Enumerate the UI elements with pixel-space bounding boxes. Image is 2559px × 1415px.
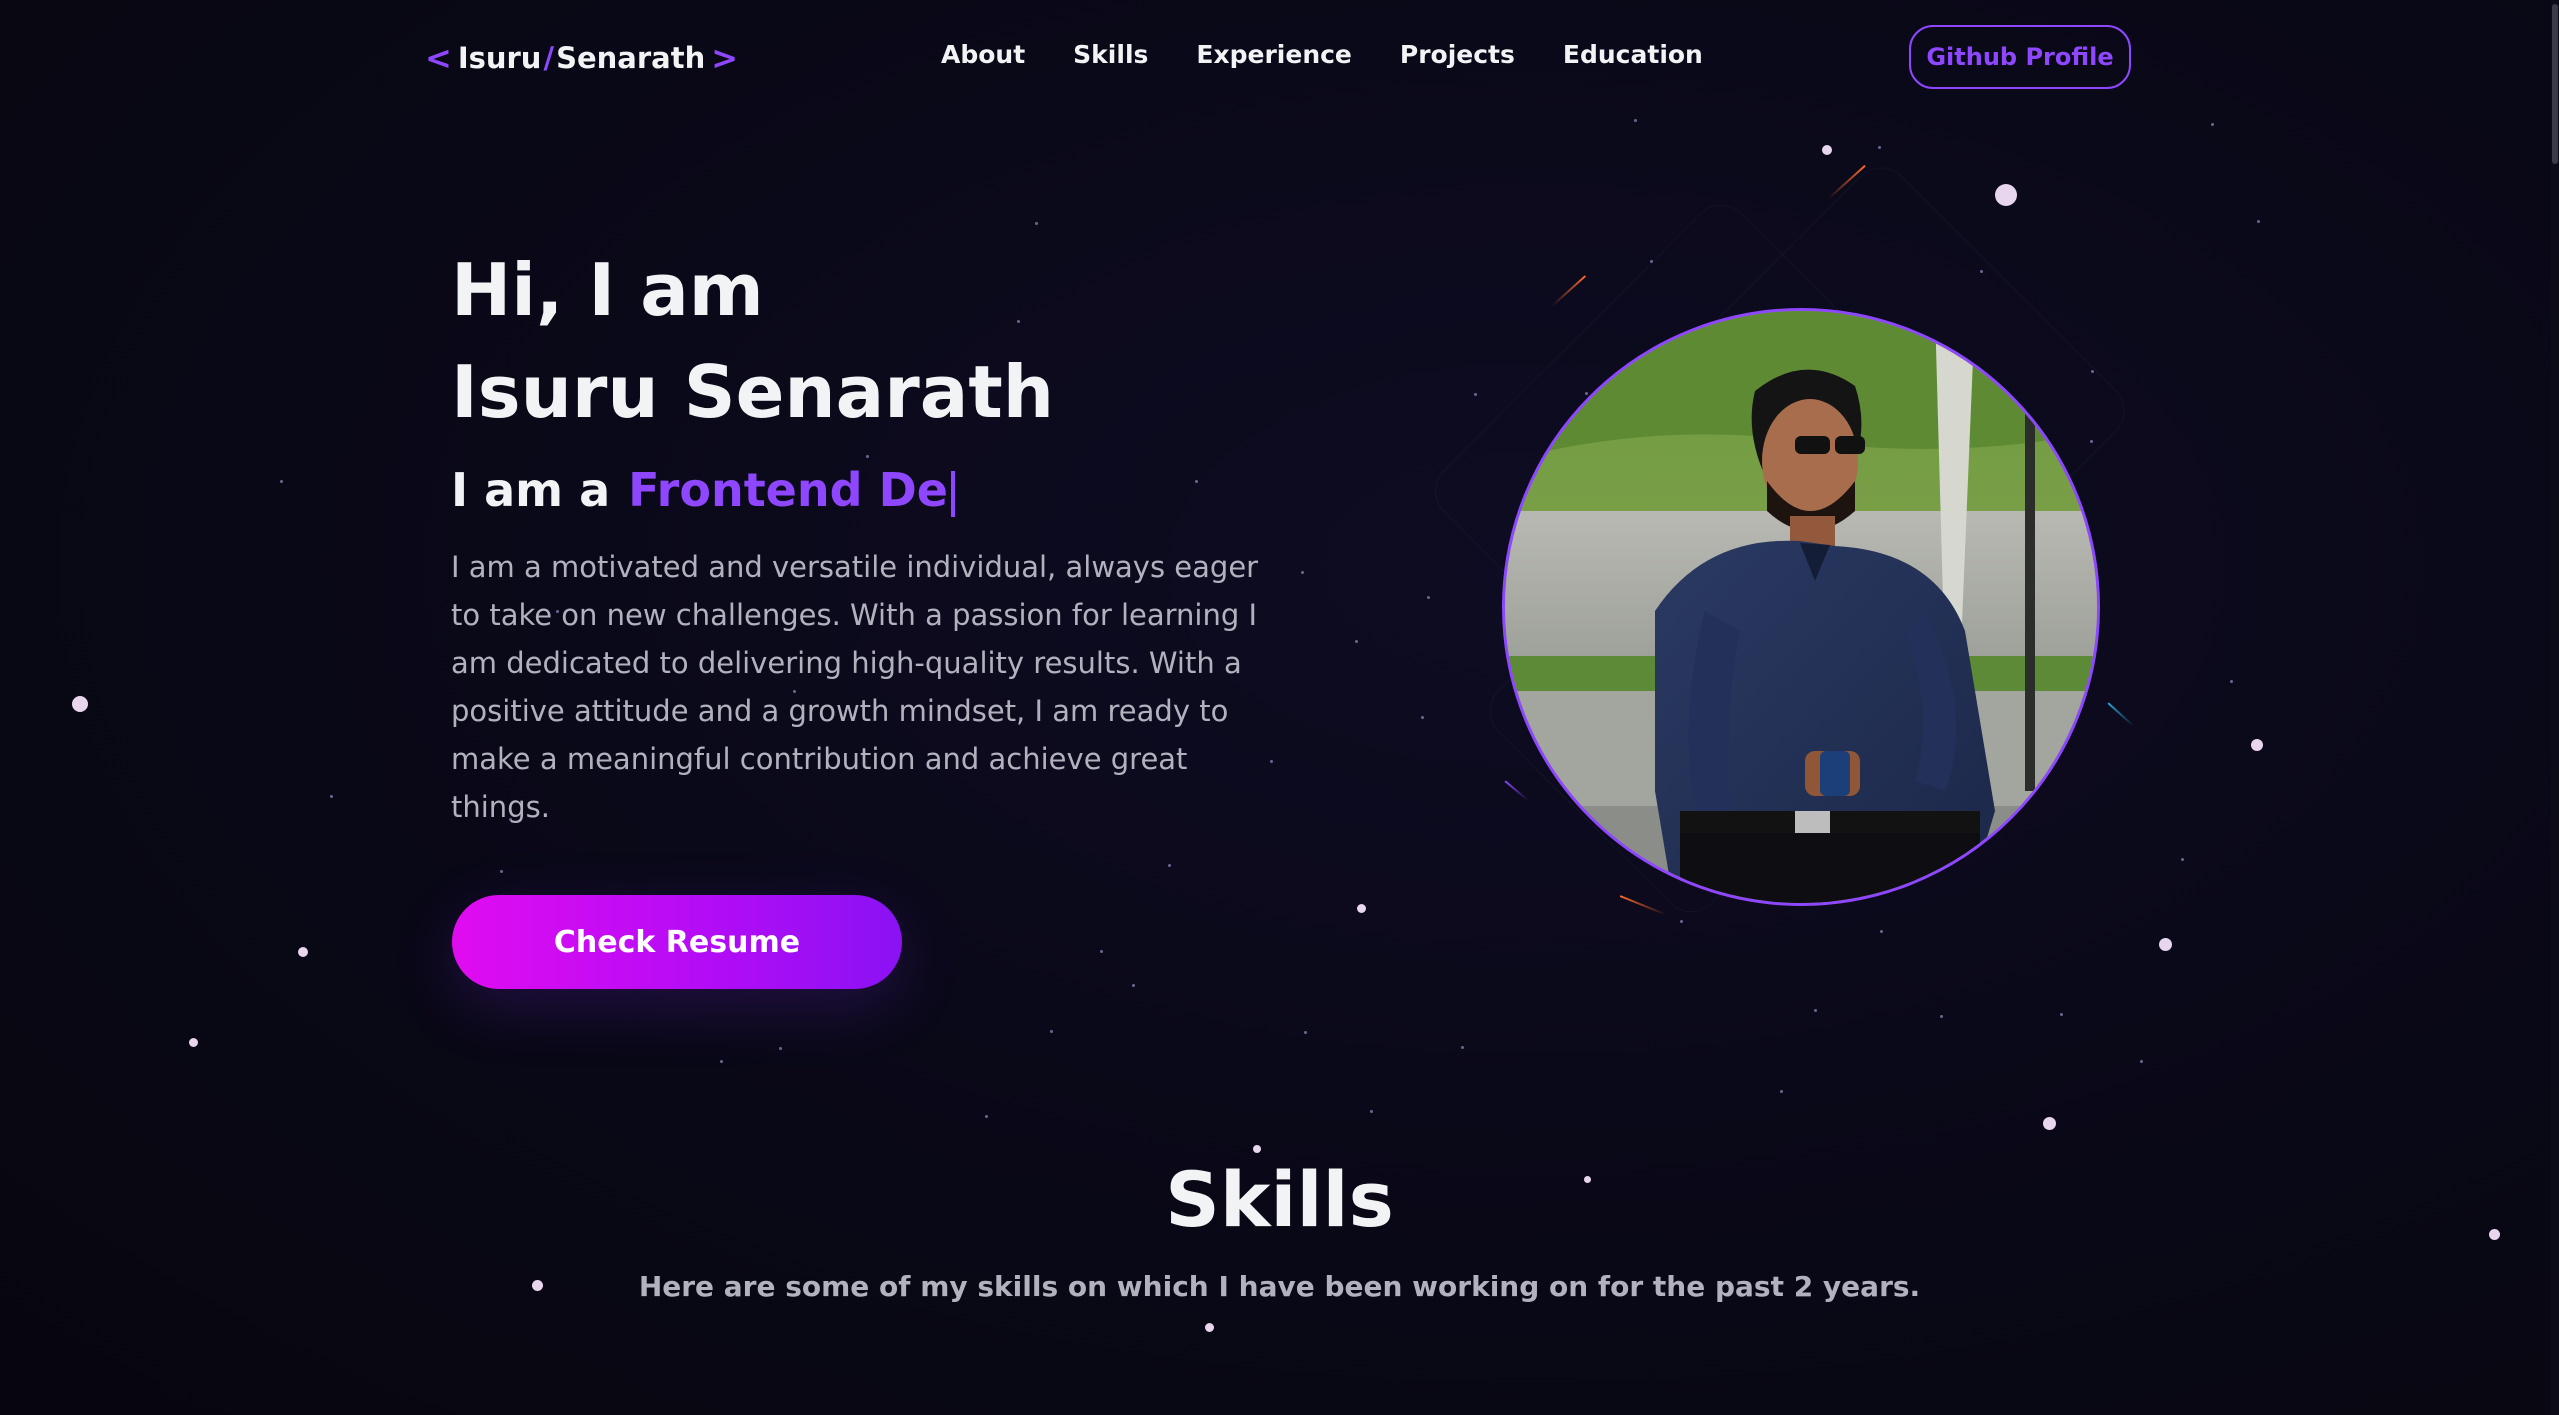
star: [1301, 571, 1304, 574]
star: [280, 480, 283, 483]
star: [1634, 119, 1637, 122]
star: [866, 455, 869, 458]
star: [330, 795, 333, 798]
github-profile-button[interactable]: Github Profile: [1909, 25, 2131, 89]
star: [1680, 920, 1683, 923]
star: [1132, 984, 1135, 987]
role-typed-text: Frontend De: [628, 463, 948, 517]
logo-first-name: Isuru: [457, 41, 542, 75]
profile-photo-illustration: [1505, 311, 2097, 903]
star: [72, 696, 88, 712]
star: [500, 870, 503, 873]
star: [1370, 1110, 1373, 1113]
scrollbar-thumb[interactable]: [2552, 4, 2558, 164]
hero-role: I am a Frontend De: [451, 460, 955, 520]
star: [1050, 1030, 1053, 1033]
star: [1355, 640, 1358, 643]
navbar: < Isuru / Senarath > About Skills Experi…: [0, 0, 2559, 115]
star: [1421, 716, 1424, 719]
star: [1204, 1322, 1214, 1332]
star: [188, 1037, 198, 1047]
star: [1168, 864, 1171, 867]
star: [1100, 950, 1103, 953]
role-prefix: I am a: [451, 463, 611, 517]
star: [2060, 1013, 2063, 1016]
star: [1427, 596, 1430, 599]
star: [1814, 1009, 1817, 1012]
decor-streak: [1619, 895, 1667, 916]
star: [2257, 220, 2260, 223]
star: [1035, 222, 1038, 225]
star: [1878, 146, 1881, 149]
nav-link-experience[interactable]: Experience: [1196, 40, 1351, 69]
star: [2042, 1116, 2056, 1130]
nav-links: About Skills Experience Projects Educati…: [941, 40, 1703, 69]
logo-right-bracket: >: [711, 39, 739, 77]
logo-last-name: Senarath: [556, 41, 706, 75]
logo-left-bracket: <: [425, 39, 452, 77]
star: [1780, 1090, 1783, 1093]
star: [1995, 184, 2017, 206]
star: [1822, 145, 1832, 155]
portfolio-page: < Isuru / Senarath > About Skills Experi…: [0, 0, 2559, 1415]
star: [1940, 1015, 1943, 1018]
star: [298, 947, 308, 957]
role-typed-wrap: Frontend De: [628, 460, 955, 520]
star: [985, 1115, 988, 1118]
skills-subtitle: Here are some of my skills on which I ha…: [638, 1270, 1921, 1303]
nav-link-skills[interactable]: Skills: [1073, 40, 1148, 69]
star: [1304, 1031, 1307, 1034]
logo-slash: /: [543, 41, 555, 75]
typing-cursor: [950, 470, 955, 517]
star: [2140, 1060, 2143, 1063]
check-resume-button[interactable]: Check Resume: [452, 895, 902, 989]
decor-streak: [1504, 780, 1529, 802]
hero-greeting: Hi, I am: [451, 248, 764, 332]
nav-link-projects[interactable]: Projects: [1400, 40, 1515, 69]
star: [1461, 1046, 1464, 1049]
decor-streak: [2107, 702, 2135, 728]
decor-streak: [1551, 275, 1587, 307]
star: [2230, 680, 2233, 683]
star: [2211, 123, 2214, 126]
profile-photo: [1502, 308, 2100, 906]
nav-link-about[interactable]: About: [941, 40, 1025, 69]
page-scrollbar[interactable]: [2551, 0, 2559, 1415]
star: [2181, 858, 2184, 861]
star: [720, 1060, 723, 1063]
star: [1880, 930, 1883, 933]
star: [1356, 903, 1366, 913]
hero-description: I am a motivated and versatile individua…: [451, 550, 1259, 824]
nav-link-education[interactable]: Education: [1563, 40, 1703, 69]
hero-name: Isuru Senarath: [451, 350, 1055, 434]
site-logo[interactable]: < Isuru / Senarath >: [425, 36, 738, 80]
star: [1195, 480, 1198, 483]
skills-title: Skills: [1165, 1155, 1394, 1244]
star: [1017, 320, 1020, 323]
star: [2251, 739, 2263, 751]
star: [779, 1047, 782, 1050]
star: [1474, 393, 1477, 396]
star: [2158, 937, 2172, 951]
